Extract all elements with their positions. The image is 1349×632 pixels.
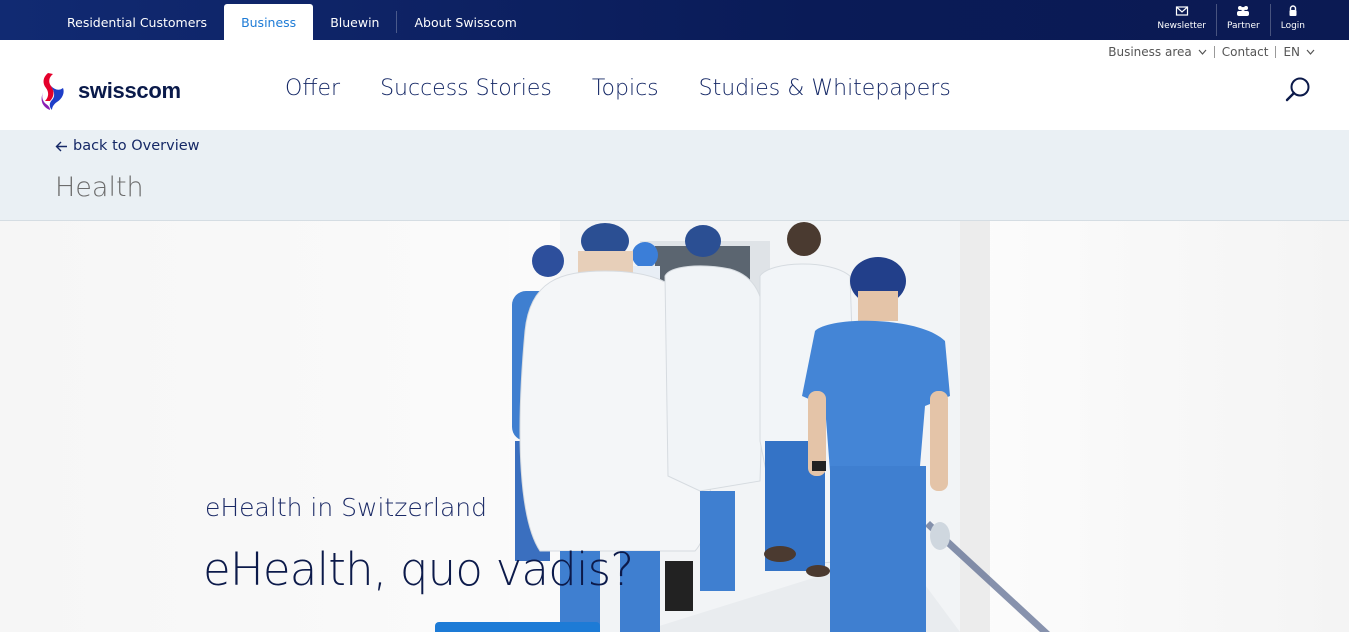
language-label: EN <box>1283 45 1300 59</box>
nav-offer[interactable]: Offer <box>285 76 340 101</box>
lock-icon <box>1289 5 1297 16</box>
chevron-down-icon <box>1306 49 1315 55</box>
business-area-label: Business area <box>1108 45 1192 59</box>
language-dropdown[interactable]: EN <box>1283 45 1315 59</box>
hero-banner: eHealth in Switzerland eHealth, quo vadi… <box>0 221 1349 632</box>
partner-icon <box>1237 6 1250 16</box>
top-utility-icons: Newsletter Partner Login <box>1147 4 1315 36</box>
logo-wordmark: swisscom <box>78 78 181 103</box>
business-area-dropdown[interactable]: Business area <box>1108 45 1207 59</box>
login-label: Login <box>1280 21 1305 31</box>
utility-nav: Business area Contact EN <box>1108 45 1315 59</box>
util-divider <box>1213 46 1215 58</box>
util-divider <box>1275 46 1277 58</box>
mail-icon <box>1175 6 1188 16</box>
tab-residential-customers[interactable]: Residential Customers <box>50 4 224 40</box>
contact-link[interactable]: Contact <box>1222 45 1269 59</box>
arrow-left-icon <box>55 141 67 151</box>
nav-studies-whitepapers[interactable]: Studies & Whitepapers <box>699 76 951 101</box>
main-header: swisscom Business area Contact EN Offer … <box>0 40 1349 130</box>
partner-link[interactable]: Partner <box>1216 4 1270 36</box>
swisscom-logo-icon <box>41 73 64 110</box>
contact-label: Contact <box>1221 45 1269 59</box>
tab-about-swisscom[interactable]: About Swisscom <box>397 4 533 40</box>
breadcrumb-band: back to Overview Health <box>0 130 1349 221</box>
hero-cta-button[interactable] <box>435 622 600 632</box>
chevron-down-icon <box>1198 49 1207 55</box>
hero-kicker: eHealth in Switzerland <box>205 493 487 522</box>
hero-headline: eHealth, quo vadis? <box>203 543 634 596</box>
top-bar: Residential Customers Business Bluewin A… <box>0 0 1349 40</box>
search-icon[interactable] <box>1285 76 1311 102</box>
back-to-overview-link[interactable]: back to Overview <box>55 138 200 154</box>
partner-label: Partner <box>1227 21 1260 31</box>
nav-topics[interactable]: Topics <box>592 76 659 101</box>
tab-bluewin[interactable]: Bluewin <box>313 4 396 40</box>
main-nav: Offer Success Stories Topics Studies & W… <box>285 76 991 101</box>
newsletter-link[interactable]: Newsletter <box>1147 4 1216 36</box>
segment-tabs: Residential Customers Business Bluewin A… <box>50 4 534 40</box>
swisscom-logo[interactable]: swisscom <box>40 71 181 111</box>
newsletter-label: Newsletter <box>1157 21 1206 31</box>
category-title: Health <box>55 172 144 203</box>
back-label: back to Overview <box>73 138 200 154</box>
nav-success-stories[interactable]: Success Stories <box>380 76 552 101</box>
tab-business[interactable]: Business <box>224 4 314 40</box>
login-link[interactable]: Login <box>1269 4 1315 36</box>
